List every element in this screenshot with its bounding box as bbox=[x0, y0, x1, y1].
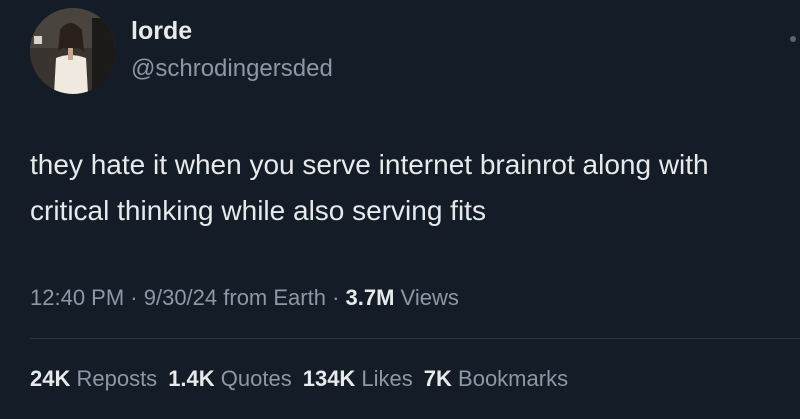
meta-separator: · bbox=[124, 285, 144, 310]
views[interactable]: 3.7M Views bbox=[346, 285, 459, 310]
quotes-stat[interactable]: 1.4K Quotes bbox=[168, 364, 292, 394]
likes-label: Likes bbox=[355, 366, 413, 391]
reposts-count: 24K bbox=[30, 366, 71, 391]
bookmarks-label: Bookmarks bbox=[451, 366, 569, 391]
meta-separator: · bbox=[325, 285, 346, 310]
bookmarks-stat[interactable]: 7K Bookmarks bbox=[424, 364, 568, 394]
tweet-card: lorde @schrodingersded they hate it when… bbox=[0, 0, 800, 419]
tweet-date[interactable]: 9/30/24 bbox=[144, 285, 217, 310]
more-options-icon[interactable] bbox=[790, 36, 796, 42]
tweet-text: they hate it when you serve internet bra… bbox=[30, 149, 709, 226]
views-count: 3.7M bbox=[345, 285, 395, 310]
tweet-meta: 12:40 PM · 9/30/24 from Earth · 3.7M Vie… bbox=[30, 283, 459, 313]
user-handle[interactable]: @schrodingersded bbox=[131, 54, 333, 84]
reposts-label: Reposts bbox=[70, 366, 158, 391]
tweet-source: from Earth bbox=[217, 285, 326, 310]
quotes-count: 1.4K bbox=[168, 366, 215, 391]
profile-photo-icon bbox=[30, 8, 116, 94]
display-name[interactable]: lorde bbox=[131, 16, 192, 46]
reposts-stat[interactable]: 24K Reposts bbox=[30, 364, 157, 394]
views-label: Views bbox=[394, 285, 459, 310]
engagement-stats: 24K Reposts 1.4K Quotes 134K Likes 7K Bookm… bbox=[30, 364, 579, 394]
tweet-time[interactable]: 12:40 PM bbox=[30, 285, 124, 310]
quotes-label: Quotes bbox=[214, 366, 292, 391]
avatar[interactable] bbox=[30, 8, 116, 94]
likes-stat[interactable]: 134K Likes bbox=[303, 364, 413, 394]
divider bbox=[30, 338, 800, 339]
bookmarks-count: 7K bbox=[423, 366, 452, 391]
likes-count: 134K bbox=[302, 366, 356, 391]
